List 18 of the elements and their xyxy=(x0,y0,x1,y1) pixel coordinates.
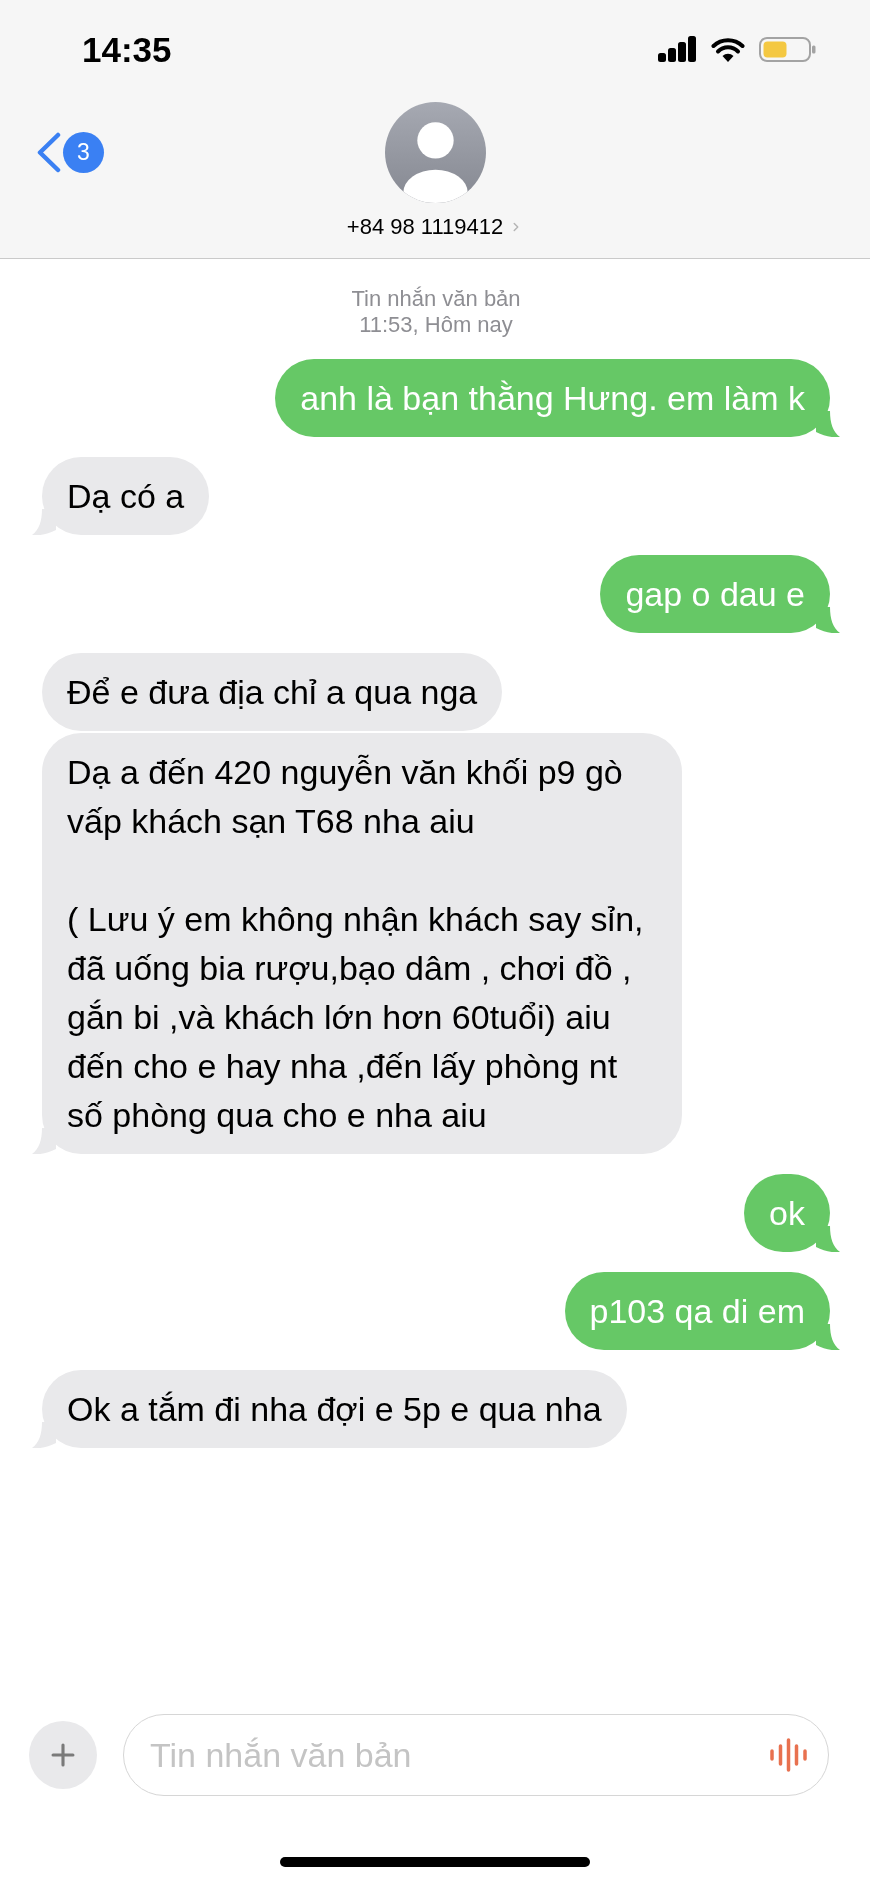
received-message: Để e đưa địa chỉ a qua nga xyxy=(42,653,503,731)
bubble-tail-icon xyxy=(816,411,840,437)
bubble-tail-icon xyxy=(816,607,840,633)
message-type-label: Tin nhắn văn bản xyxy=(351,286,521,312)
contact-name[interactable]: +84 98 1119412 xyxy=(346,213,524,241)
signal-icon xyxy=(658,36,697,62)
bubble-tail-icon xyxy=(816,1226,840,1252)
status-time: 14:35 xyxy=(82,31,172,67)
back-chevron-icon xyxy=(35,132,61,173)
message-input[interactable]: Tin nhắn văn bản xyxy=(123,1714,829,1796)
back-button[interactable]: 3 xyxy=(35,132,104,173)
wifi-icon xyxy=(711,36,745,62)
audio-waveform-icon[interactable] xyxy=(770,1738,807,1772)
battery-icon xyxy=(759,36,816,62)
unread-count-badge: 3 xyxy=(63,132,104,173)
bubble-tail-icon xyxy=(816,1324,840,1350)
message-timestamp: 11:53, Hôm nay xyxy=(359,312,513,338)
avatar-silhouette-icon[interactable] xyxy=(384,102,486,203)
